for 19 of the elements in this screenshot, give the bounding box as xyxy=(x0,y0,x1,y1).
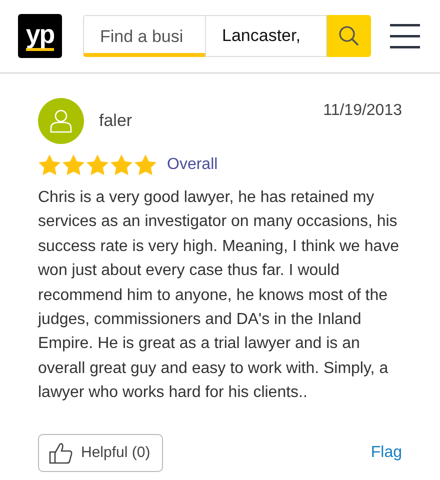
location-field[interactable]: Lancaster, xyxy=(205,15,327,57)
review-text: Chris is a very good lawyer, he has retained my services as an investigator on many occasions, his success rate is very high. Meaning, I think we have won just about every case thus far. I would recommend him to anyone, he knows most of the judges, commissioners and DA's in the Inland Empire. He is great as a trial lawyer and is an overall great guy and easy to work with. Simply, a lawyer who works hard for his clients.. xyxy=(38,188,400,404)
search-button[interactable] xyxy=(327,15,371,57)
star-icon xyxy=(110,154,133,176)
logo[interactable]: yp xyxy=(18,14,62,58)
user-icon xyxy=(50,109,72,133)
flag-link[interactable]: Flag xyxy=(370,444,402,462)
thumbs-up-icon xyxy=(49,442,73,464)
rating-label: Overall xyxy=(167,156,218,174)
author-name: faler xyxy=(99,111,132,131)
review-date: 11/19/2013 xyxy=(323,102,402,120)
star-icon xyxy=(38,154,61,176)
menu-icon[interactable] xyxy=(390,23,420,49)
helpful-button[interactable]: Helpful (0) xyxy=(38,434,163,472)
search-field[interactable]: Find a busi xyxy=(83,15,205,57)
star-icon xyxy=(134,154,157,176)
search-icon xyxy=(337,24,361,48)
star-icon xyxy=(86,154,109,176)
star-icon xyxy=(62,154,85,176)
